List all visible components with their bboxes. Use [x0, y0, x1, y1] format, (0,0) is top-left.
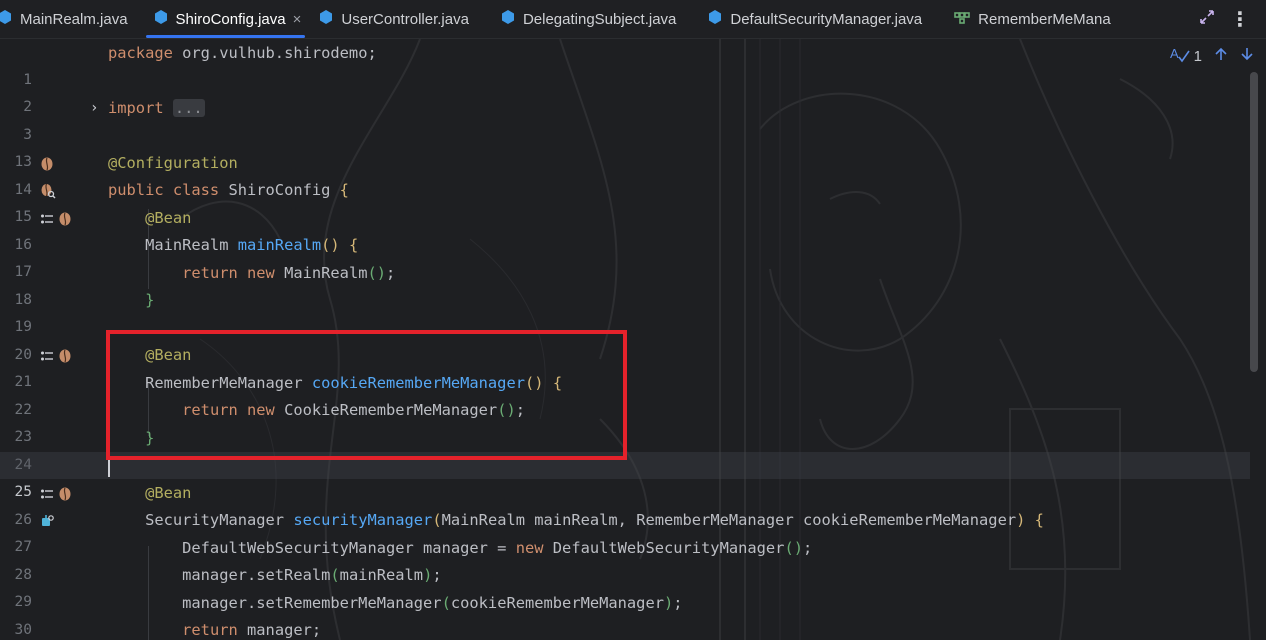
code-text: public class ShiroConfig { [108, 181, 349, 199]
code-line[interactable]: 3 › import ... [0, 95, 1250, 143]
bean-method-icon[interactable] [40, 487, 54, 501]
vertical-scrollbar[interactable] [1250, 72, 1258, 372]
expand-icon[interactable] [1198, 8, 1216, 31]
code-line[interactable]: 16 @Bean [0, 205, 1250, 253]
close-icon[interactable]: × [293, 11, 302, 28]
java-class-icon [319, 9, 333, 29]
tab-label: MainRealm.java [20, 10, 128, 28]
code-text: manager.setRealm(mainRealm); [108, 566, 442, 584]
code-editor[interactable]: 1 package org.vulhub.shirodemo; 2 3 › im… [0, 39, 1266, 640]
tab-remembermemanager[interactable]: RememberMeMana [936, 0, 1111, 38]
code-line[interactable]: 13 [0, 122, 1250, 170]
code-line[interactable]: 31 return manager; [0, 617, 1250, 640]
tab-label: DefaultSecurityManager.java [730, 10, 923, 28]
code-line[interactable]: 18 return new MainRealm(); [0, 260, 1250, 308]
svg-text:A: A [1170, 46, 1179, 61]
tab-label: RememberMeMana [978, 10, 1111, 28]
code-text: manager.setRememberMeManager(cookieRemem… [108, 594, 683, 612]
code-line[interactable]: 28 DefaultWebSecurityManager manager = n… [0, 535, 1250, 583]
code-line[interactable]: 30 manager.setRememberMeManager(cookieRe… [0, 590, 1250, 638]
bean-method-icon[interactable] [40, 349, 54, 363]
code-text: DefaultWebSecurityManager manager = new … [108, 539, 813, 557]
code-text: @Bean [145, 209, 192, 227]
tab-label: ShiroConfig.java [175, 10, 286, 28]
tab-shiroconfig[interactable]: ShiroConfig.java × [142, 0, 310, 38]
code-line[interactable]: 27 SecurityManager securityManager(MainR… [0, 507, 1250, 555]
code-text: SecurityManager securityManager(MainReal… [108, 511, 1044, 529]
java-class-icon [154, 9, 168, 29]
spring-bean-icon[interactable] [58, 487, 72, 501]
code-line[interactable]: 26 @Bean [0, 480, 1250, 528]
spring-bean-search-icon[interactable] [40, 183, 56, 199]
autowired-dependency-icon[interactable] [40, 514, 54, 528]
code-text: @Configuration [108, 154, 238, 172]
tab-label: UserController.java [341, 10, 469, 28]
bean-method-icon[interactable] [40, 212, 54, 226]
code-text: import ... [108, 99, 205, 117]
java-class-icon [0, 9, 12, 29]
tab-label: DelegatingSubject.java [522, 10, 677, 28]
highlight-annotation-box [106, 330, 627, 460]
spring-bean-icon[interactable] [58, 212, 72, 226]
code-line[interactable]: 29 manager.setRealm(mainRealm); [0, 562, 1250, 610]
code-line[interactable]: 19 } [0, 287, 1250, 335]
code-line[interactable]: 14 @Configuration [0, 150, 1250, 198]
inspection-widget: A 1 [1170, 45, 1254, 67]
tab-usercontroller[interactable]: UserController.java [309, 0, 483, 38]
code-text: @Bean [145, 484, 192, 502]
more-icon[interactable]: ⋮ [1230, 7, 1250, 32]
tab-tools: ⋮ [1166, 0, 1266, 38]
code-text: package org.vulhub.shirodemo; [108, 44, 377, 62]
tab-delegatingsubject[interactable]: DelegatingSubject.java [483, 0, 690, 38]
code-text: return new MainRealm(); [182, 264, 396, 282]
code-text: return manager; [182, 621, 322, 639]
tab-defaultsecuritymanager[interactable]: DefaultSecurityManager.java [690, 0, 936, 38]
code-text: MainRealm mainRealm() { [108, 236, 359, 254]
code-line[interactable]: 1 package org.vulhub.shirodemo; [0, 40, 1250, 88]
fold-chevron-icon[interactable]: › [90, 95, 98, 122]
editor-tab-bar: MainRealm.java ShiroConfig.java × UserCo… [0, 0, 1266, 39]
spring-bean-icon[interactable] [58, 349, 72, 363]
tab-mainrealm[interactable]: MainRealm.java [0, 0, 142, 38]
code-line[interactable]: 17 MainRealm mainRealm() { [0, 232, 1250, 280]
code-line[interactable]: 15 public class ShiroConfig { [0, 177, 1250, 225]
arrow-up-icon[interactable] [1214, 47, 1228, 65]
spring-bean-icon[interactable] [40, 157, 54, 171]
code-line[interactable]: 2 [0, 67, 1250, 115]
text-caret [108, 457, 110, 477]
java-structure-icon [954, 9, 970, 29]
spellcheck-icon[interactable]: A [1170, 45, 1190, 67]
java-class-icon [708, 9, 722, 29]
arrow-down-icon[interactable] [1240, 47, 1254, 65]
inspection-count: 1 [1193, 47, 1202, 65]
java-class-icon [501, 9, 515, 29]
code-text: } [145, 291, 155, 309]
